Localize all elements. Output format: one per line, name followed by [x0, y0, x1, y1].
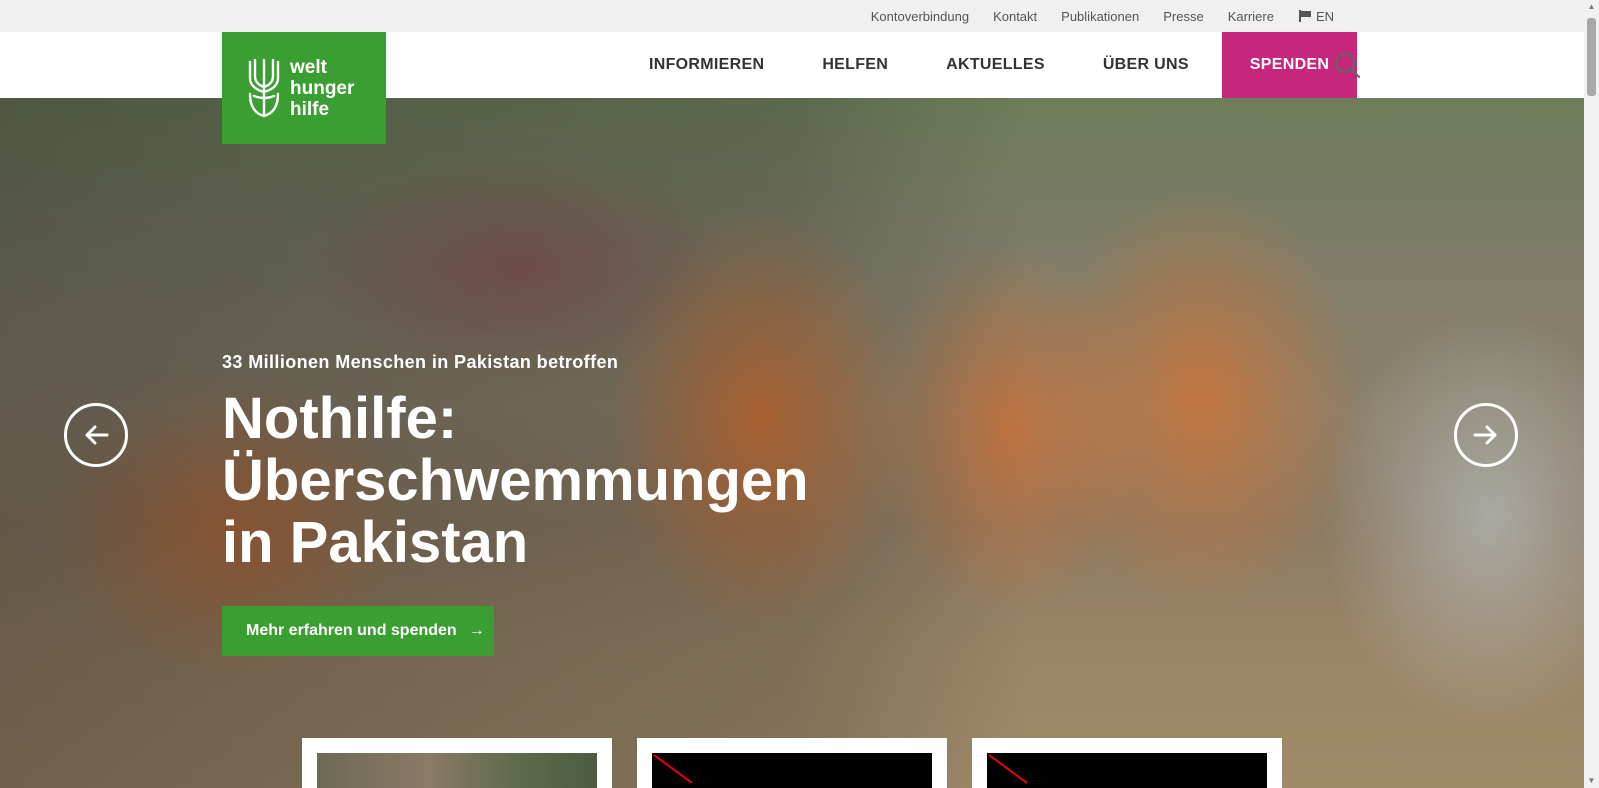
link-karriere[interactable]: Karriere [1228, 9, 1274, 24]
teaser-image [317, 753, 597, 788]
hero-subtitle: 33 Millionen Menschen in Pakistan betrof… [222, 352, 619, 372]
nav-aktuelles[interactable]: AKTUELLES [917, 32, 1074, 98]
hero-cta-button[interactable]: Mehr erfahren und spenden → [222, 606, 494, 656]
slider-prev-button[interactable] [64, 403, 128, 467]
broken-video-icon [653, 754, 693, 784]
language-label: EN [1315, 8, 1334, 24]
scroll-up-icon[interactable]: ▲ [1587, 0, 1596, 14]
logo[interactable]: welt hunger hilfe [222, 32, 386, 144]
slider-next-button[interactable] [1454, 403, 1518, 467]
link-publikationen[interactable]: Publikationen [1061, 9, 1139, 24]
hero-title-line-3: in Pakistan [222, 510, 529, 575]
hero-cta-label: Mehr erfahren und spenden [246, 622, 457, 639]
flag-icon [1298, 10, 1312, 22]
search-icon[interactable] [1334, 52, 1360, 78]
nav-helfen[interactable]: HELFEN [793, 32, 917, 98]
teaser-card[interactable] [302, 738, 612, 788]
hero-title-line-2: Überschwemmungen [222, 448, 809, 513]
hero-banner: 33 Millionen Menschen in Pakistan betrof… [0, 98, 1584, 788]
wheat-logo-icon [248, 58, 280, 118]
page-scrollbar[interactable]: ▲ ▼ [1584, 0, 1599, 788]
logo-text: welt hunger hilfe [290, 57, 354, 120]
utility-bar: Kontoverbindung Kontakt Publikationen Pr… [0, 0, 1584, 32]
logo-line-3: hilfe [290, 98, 330, 120]
utility-links: Kontoverbindung Kontakt Publikationen Pr… [871, 0, 1334, 32]
arrow-left-icon [85, 425, 109, 445]
nav-informieren[interactable]: INFORMIEREN [620, 32, 793, 98]
teaser-card[interactable] [972, 738, 1282, 788]
main-nav: INFORMIEREN HELFEN AKTUELLES ÜBER UNS SP… [620, 32, 1358, 98]
link-kontoverbindung[interactable]: Kontoverbindung [871, 9, 969, 24]
scroll-thumb[interactable] [1587, 18, 1596, 96]
logo-line-2: hunger [290, 77, 355, 99]
teaser-video [652, 753, 932, 788]
teaser-video [987, 753, 1267, 788]
logo-line-1: welt [290, 56, 327, 78]
broken-video-icon [988, 754, 1028, 784]
hero-title-line-1: Nothilfe: [222, 386, 458, 451]
language-switch[interactable]: EN [1298, 9, 1334, 24]
nav-ueber-uns[interactable]: ÜBER UNS [1074, 32, 1218, 98]
link-presse[interactable]: Presse [1163, 9, 1203, 24]
teaser-card[interactable] [637, 738, 947, 788]
link-kontakt[interactable]: Kontakt [993, 9, 1037, 24]
scroll-down-icon[interactable]: ▼ [1587, 774, 1596, 788]
hero-title: Nothilfe: Überschwemmungen in Pakistan [222, 388, 842, 574]
arrow-right-small-icon: → [468, 622, 485, 639]
arrow-right-icon [1473, 425, 1497, 445]
